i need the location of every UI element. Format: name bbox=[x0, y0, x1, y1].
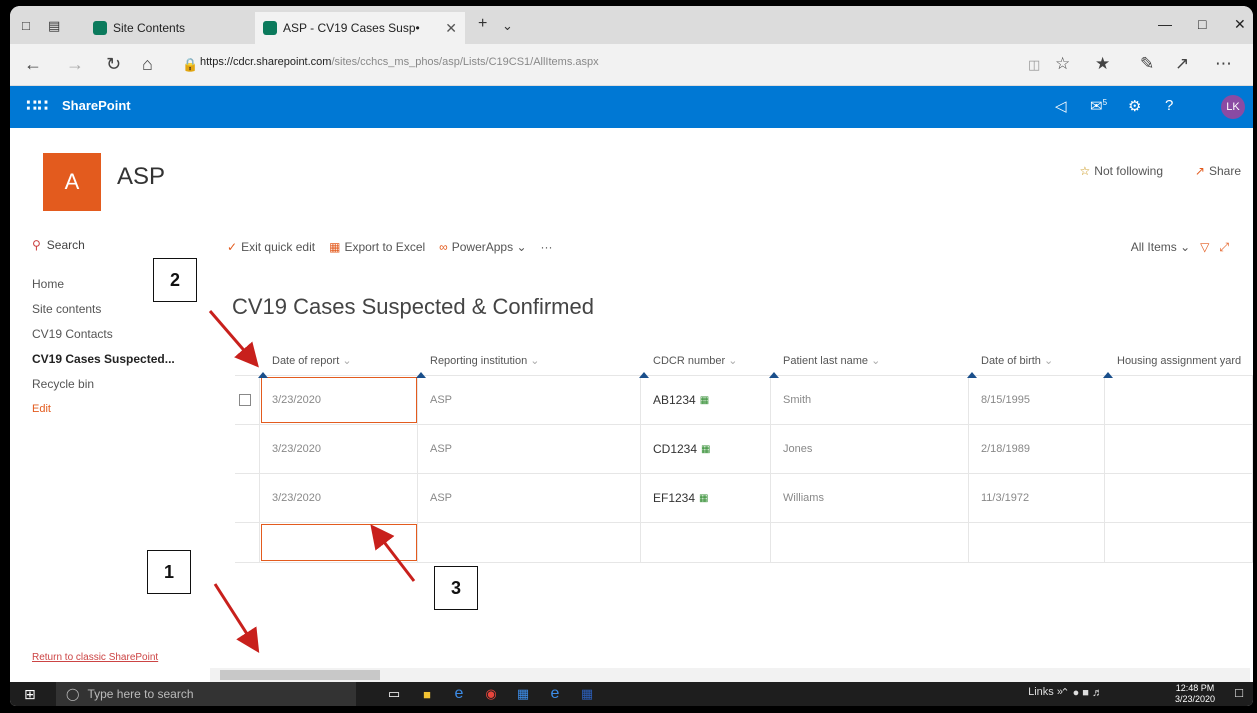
file-explorer-icon[interactable]: ■ bbox=[418, 685, 436, 703]
clock-time: 12:48 PM bbox=[1175, 683, 1215, 693]
chrome-icon[interactable]: ◉ bbox=[482, 685, 500, 703]
links-toolbar[interactable]: Links » bbox=[1028, 686, 1063, 698]
system-tray-icons[interactable]: ⌃ ● ■ ♬ bbox=[1060, 686, 1103, 699]
outlook-icon[interactable]: ▦ bbox=[514, 685, 532, 703]
task-view-icon[interactable]: ▭ bbox=[385, 685, 403, 703]
word-icon[interactable]: ▦ bbox=[578, 685, 596, 703]
internet-explorer-icon[interactable]: e bbox=[450, 685, 468, 703]
callout-arrows bbox=[208, 310, 416, 654]
action-center-icon[interactable]: □ bbox=[1235, 685, 1243, 700]
clock-date: 3/23/2020 bbox=[1174, 694, 1215, 704]
taskbar-search[interactable]: ◯ Type here to search bbox=[56, 682, 356, 706]
links-label: Links bbox=[1028, 686, 1054, 698]
arrow-to-scrollbar bbox=[213, 583, 260, 654]
taskbar-clock[interactable]: 12:48 PM 3/23/2020 bbox=[1175, 683, 1215, 705]
search-icon: ◯ bbox=[66, 687, 80, 701]
scrollbar-thumb[interactable] bbox=[220, 670, 380, 680]
screenshot-frame: □ ▤ Site Contents ASP - CV19 Cases Susp•… bbox=[10, 6, 1253, 706]
horizontal-scrollbar[interactable] bbox=[210, 668, 1250, 682]
windows-start-icon[interactable]: ⊞ bbox=[24, 686, 36, 703]
taskbar-search-placeholder: Type here to search bbox=[87, 687, 194, 701]
edge-icon[interactable]: e bbox=[546, 685, 564, 703]
arrow-to-new-cell bbox=[370, 524, 416, 582]
windows-taskbar: ⊞ ◯ Type here to search ▭ ■ e ◉ ▦ e ▦ Li… bbox=[10, 682, 1253, 706]
arrow-to-date-header bbox=[208, 310, 259, 368]
